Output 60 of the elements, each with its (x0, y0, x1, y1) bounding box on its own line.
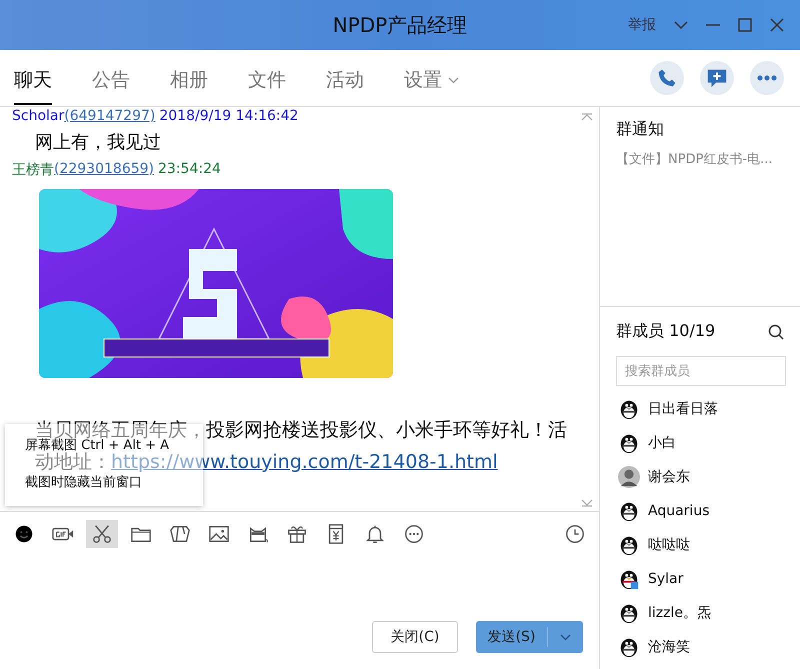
tab[interactable]: 设置 (404, 59, 459, 105)
search-icon[interactable] (768, 324, 784, 340)
message-link[interactable]: https://www.touying.com/t-21408-1.html (111, 451, 498, 473)
tab[interactable]: 公告 (92, 59, 130, 105)
phone-icon (657, 68, 677, 88)
message-text: 当贝网络五周年庆，投影网抢楼送投影仪、小米手环等好礼！活 (35, 420, 568, 440)
report-link[interactable]: 举报 (628, 16, 656, 34)
scissors-icon (91, 523, 113, 545)
send-button[interactable]: 发送(S) (476, 621, 583, 653)
avatar-icon (618, 466, 640, 488)
penguin-avatar-icon (618, 432, 640, 454)
penguin-avatar-icon (618, 500, 640, 522)
penguin-avatar-icon (618, 636, 640, 658)
member-name[interactable]: 沧海笑 (648, 638, 690, 656)
penguin-avatar-icon (618, 534, 640, 556)
penguin-avatar-icon (618, 398, 640, 420)
message-text: 网上有，我见过 (34, 131, 162, 155)
tab[interactable]: 聊天 (14, 59, 52, 105)
more-icon (756, 74, 778, 82)
member-name[interactable]: 日出看日落 (648, 400, 718, 418)
tooltip-text: 屏幕截图 Ctrl + Alt + A (25, 440, 170, 452)
search-field[interactable]: 搜索群成员 (616, 356, 786, 386)
add-chat-icon (706, 67, 728, 89)
member-name[interactable]: Sylar (648, 571, 684, 587)
tab[interactable]: 相册 (170, 59, 208, 105)
close-button[interactable]: 关闭(C) (372, 621, 458, 653)
image-icon (208, 523, 230, 545)
bell-icon (364, 523, 386, 545)
penguin-avatar-icon (618, 568, 640, 590)
penguin-avatar-icon (618, 602, 640, 624)
close-icon[interactable] (770, 18, 784, 32)
more-icon (403, 523, 425, 545)
tooltip-text: 截图时隐藏当前窗口 (25, 477, 142, 489)
sender-name: Scholar (12, 108, 64, 124)
notice-text[interactable]: 【文件】NPDP红皮书-电... (616, 150, 800, 168)
add-chat-button[interactable] (700, 61, 734, 95)
tab[interactable]: 文件 (248, 59, 286, 105)
notice-title: 群通知 (616, 119, 665, 140)
member-name[interactable]: Aquarius (648, 503, 710, 519)
member-name[interactable]: lizzle。炁 (648, 604, 711, 622)
emoji-icon (13, 523, 35, 545)
member-name[interactable]: 小白 (648, 434, 676, 452)
message-time: 2018/9/19 14:16:42 (159, 108, 298, 124)
maximize-icon[interactable] (738, 18, 752, 32)
window-title: NPDP产品经理 (332, 12, 468, 38)
sender-id-link[interactable]: (2293018659) (54, 161, 154, 179)
members-title: 群成员 10/19 (616, 321, 716, 342)
scissors-tool-button[interactable] (86, 520, 118, 548)
sender-name: 王榜青 (12, 161, 54, 179)
phone-button[interactable] (650, 61, 684, 95)
caret-icon (560, 634, 571, 640)
message-text: 动地址：https://www.touying.com/t-21408-1.html (35, 452, 499, 472)
member-name[interactable]: 哒哒哒 (648, 536, 690, 554)
tab[interactable]: 活动 (326, 59, 364, 105)
member-name[interactable]: 谢会东 (648, 468, 690, 486)
sender-id-link[interactable]: (649147297) (64, 108, 156, 124)
chevron-down-icon[interactable] (674, 20, 688, 30)
clock-icon (564, 523, 586, 545)
message-time: 23:54:24 (158, 161, 221, 179)
more-button[interactable] (750, 61, 784, 95)
